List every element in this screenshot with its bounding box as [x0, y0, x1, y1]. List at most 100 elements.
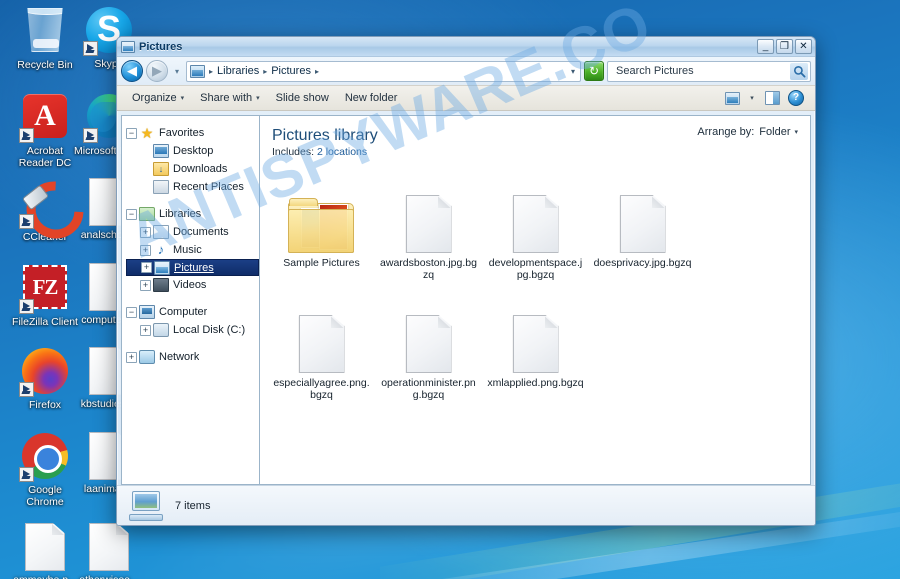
tree-expander-icon[interactable]: + [140, 279, 151, 291]
sidebar-item-label: Videos [173, 279, 207, 291]
tree-expander-icon [140, 164, 151, 175]
shortcut-arrow-icon [19, 214, 34, 229]
search-icon[interactable] [790, 62, 808, 80]
breadcrumb-pictures[interactable]: Pictures [271, 65, 311, 77]
change-view-button[interactable] [721, 88, 743, 108]
computer-icon [139, 305, 155, 319]
file-tile[interactable]: operationminister.png.bgzq [375, 290, 482, 408]
shortcut-arrow-icon [83, 41, 98, 56]
favorites-star-icon: ★ [140, 125, 154, 141]
sidebar-item-favorites[interactable]: − ★ Favorites [126, 124, 259, 142]
document-shape [405, 195, 452, 253]
shortcut-arrow-icon [19, 382, 34, 397]
tree-expander-icon[interactable]: − [126, 208, 137, 220]
document-shape [619, 195, 666, 253]
sidebar-item-label: Favorites [159, 127, 205, 139]
ccleaner-icon [19, 180, 69, 229]
tree-group: − Computer + Local Disk (C:) [126, 303, 259, 339]
file-tile[interactable]: awardsboston.jpg.bgzq [375, 170, 482, 288]
sidebar-item-documents[interactable]: + Documents [126, 223, 259, 241]
file-tile[interactable]: especiallyagree.png.bgzq [268, 290, 375, 408]
folder-front-shape [287, 209, 354, 253]
tree-group: − Libraries + Documents + ♪ Music + Pictures + Vid… [126, 205, 259, 294]
refresh-button[interactable]: ↻ [584, 61, 604, 81]
toolbar-share-with-button[interactable]: Share with ▾ [193, 89, 267, 107]
sidebar-item-music[interactable]: + ♪ Music [126, 241, 259, 259]
sidebar-item-recent-places[interactable]: Recent Places [126, 178, 259, 196]
help-button[interactable]: ? [785, 88, 807, 108]
sidebar-item-label: Music [173, 244, 202, 256]
blank-document-icon [486, 175, 585, 253]
tree-expander-icon[interactable]: + [140, 244, 151, 256]
toolbar-organize-button[interactable]: Organize ▾ [125, 89, 191, 107]
window-body: −★FavoritesDesktopDownloadsRecent Places… [117, 111, 815, 485]
pictures-library-icon [121, 40, 135, 53]
file-tile[interactable]: doesprivacy.jpg.bgzq [589, 170, 696, 288]
tree-expander-icon[interactable]: − [126, 306, 137, 318]
chevron-down-icon: ▾ [256, 95, 260, 102]
search-box[interactable] [607, 60, 811, 82]
back-button[interactable]: ◀ [121, 60, 143, 82]
network-icon [139, 350, 155, 364]
magnifier-glyph [793, 65, 806, 78]
sidebar-item-network[interactable]: + Network [126, 348, 259, 366]
file-name-label: developmentspace.jpg.bgzq [488, 257, 583, 281]
shortcut-arrow-icon [19, 467, 34, 482]
arrange-by-dropdown[interactable]: Folder ▾ [759, 126, 798, 138]
shortcut-arrow-icon [83, 128, 98, 143]
folder-tile[interactable]: Sample Pictures [268, 170, 375, 288]
change-view-dropdown[interactable]: ▾ [745, 88, 759, 108]
monitor-base-shape [129, 513, 163, 521]
recent-pages-dropdown[interactable]: ▾ [171, 67, 183, 76]
address-dropdown-chevron-icon[interactable]: ▾ [571, 67, 577, 76]
close-button[interactable]: ✕ [795, 39, 812, 54]
file-tile[interactable]: developmentspace.jpg.bgzq [482, 170, 589, 288]
recycle-bin-icon [21, 8, 69, 56]
minimize-icon: _ [762, 41, 769, 52]
desktop-icon-document[interactable]: otherwisee... [70, 523, 148, 579]
search-input[interactable] [614, 64, 790, 78]
forward-button[interactable]: ▶ [146, 60, 168, 82]
library-header: Pictures library Includes: 2 locations A… [260, 116, 810, 164]
tree-expander-icon[interactable]: + [141, 262, 152, 273]
chevron-down-icon: ▾ [174, 66, 179, 76]
window-title: Pictures [139, 40, 183, 53]
sidebar-item-label: Documents [173, 226, 229, 238]
sidebar-item-label: Local Disk (C:) [173, 324, 246, 336]
tree-expander-icon[interactable]: − [126, 127, 137, 139]
sidebar-item-label: Recent Places [173, 181, 244, 193]
address-bar[interactable]: ▸ Libraries ▸ Pictures ▸ ▾ [186, 60, 581, 82]
toolbar-new-folder-button[interactable]: New folder [338, 89, 405, 107]
library-header-text: Pictures library Includes: 2 locations [272, 126, 378, 158]
sidebar-item-desktop[interactable]: Desktop [126, 142, 259, 160]
preview-pane-button[interactable] [761, 88, 783, 108]
sidebar-item-pictures[interactable]: + Pictures [126, 259, 259, 276]
folder-with-thumbnails-icon [272, 175, 371, 253]
breadcrumb-separator-icon: ▸ [263, 66, 268, 76]
maximize-button[interactable]: ❐ [776, 39, 793, 54]
file-name-label: operationminister.png.bgzq [381, 377, 476, 401]
sidebar-item-downloads[interactable]: Downloads [126, 160, 259, 178]
recycle-bin-shape [27, 8, 63, 52]
tree-expander-icon[interactable]: + [126, 351, 137, 363]
breadcrumb-libraries[interactable]: Libraries [217, 65, 259, 77]
title-bar[interactable]: Pictures _ ❐ ✕ [117, 37, 815, 57]
sidebar-item-computer[interactable]: − Computer [126, 303, 259, 321]
toolbar-slide-show-button[interactable]: Slide show [269, 89, 336, 107]
document-icon [85, 523, 133, 571]
sidebar-item-libraries[interactable]: − Libraries [126, 205, 259, 223]
local-disk-icon [153, 323, 169, 337]
sidebar-item-videos[interactable]: + Videos [126, 276, 259, 294]
document-shape [25, 523, 65, 571]
forward-arrow-icon: ▶ [152, 63, 162, 78]
file-tile[interactable]: xmlapplied.png.bgzq [482, 290, 589, 408]
sidebar-item-local-disk-c[interactable]: + Local Disk (C:) [126, 321, 259, 339]
tree-expander-icon[interactable]: + [140, 226, 151, 238]
includes-locations-link[interactable]: 2 locations [317, 146, 367, 158]
tree-expander-icon [140, 146, 151, 157]
tree-expander-icon[interactable]: + [140, 324, 151, 336]
library-includes: Includes: 2 locations [272, 146, 378, 158]
toolbar-item-label: Share with [200, 92, 253, 104]
blank-document-icon [486, 295, 585, 373]
minimize-button[interactable]: _ [757, 39, 774, 54]
